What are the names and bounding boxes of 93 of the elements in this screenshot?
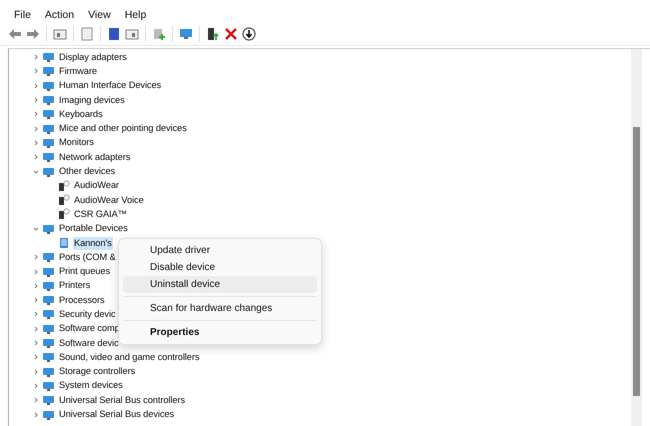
chevron-right-icon[interactable]	[33, 154, 39, 160]
tree-item[interactable]: Monitors	[58, 136, 95, 150]
device-icon	[58, 237, 70, 249]
device-icon	[42, 266, 55, 278]
tree-item[interactable]: Display adapters	[58, 50, 128, 64]
unknown-device-icon	[58, 194, 70, 206]
chevron-right-icon[interactable]	[33, 368, 39, 375]
device-icon	[42, 222, 55, 235]
menu-item[interactable]: Help	[118, 9, 152, 21]
chevron-right-icon[interactable]	[33, 68, 39, 74]
chevron-right-icon[interactable]	[33, 111, 39, 118]
device-icon	[42, 80, 55, 92]
device-icon	[42, 51, 55, 64]
scrollbar[interactable]	[631, 49, 642, 426]
tree-item[interactable]: Imaging devices	[58, 94, 126, 107]
chevron-right-icon[interactable]	[33, 311, 39, 318]
device-icon	[42, 136, 55, 149]
menu-item[interactable]: Uninstall device	[123, 276, 317, 293]
tree-item[interactable]: AudioWear	[73, 179, 120, 192]
back-arrow-icon[interactable]	[8, 27, 22, 41]
window-icon[interactable]	[125, 27, 139, 41]
device-icon	[42, 251, 55, 264]
tree-item[interactable]: CSR GAIA™	[73, 208, 128, 221]
chevron-right-icon[interactable]	[33, 282, 39, 289]
forward-arrow-icon[interactable]	[26, 27, 40, 41]
tree-item[interactable]: Keyboards	[58, 108, 104, 121]
close-icon[interactable]	[224, 27, 238, 41]
chevron-right-icon[interactable]	[33, 82, 39, 89]
chevron-down-icon[interactable]	[33, 226, 39, 232]
chevron-down-icon[interactable]	[33, 168, 39, 175]
menu-item[interactable]: Scan for hardware changes	[123, 300, 317, 317]
tree-item[interactable]: Universal Serial Bus devices	[58, 408, 176, 422]
device-icon	[42, 366, 55, 378]
tree-item[interactable]: Sound, video and game controllers	[58, 350, 200, 364]
tree-item[interactable]: Other devices	[58, 165, 116, 178]
tree-item[interactable]: Firmware	[58, 64, 98, 78]
device-icon	[42, 122, 55, 135]
monitor-icon[interactable]	[179, 27, 193, 41]
download-icon[interactable]	[242, 27, 256, 41]
chevron-right-icon[interactable]	[33, 126, 39, 132]
menu-item[interactable]: Properties	[123, 324, 317, 341]
device-icon	[42, 380, 55, 392]
tree-item[interactable]: Portable Devices	[58, 222, 129, 236]
tree-item[interactable]: Print queues	[58, 265, 111, 278]
device-icon	[42, 151, 55, 164]
tree-item[interactable]: Universal Serial Bus controllers	[58, 394, 186, 407]
chevron-right-icon[interactable]	[33, 397, 39, 404]
device-add-icon[interactable]	[152, 27, 166, 41]
chevron-right-icon[interactable]	[33, 254, 39, 260]
menu-item[interactable]: Action	[38, 9, 80, 21]
device-icon	[42, 337, 55, 350]
tree-item[interactable]: Human Interface Devices	[58, 79, 162, 92]
chevron-right-icon[interactable]	[33, 268, 39, 275]
tree-item[interactable]: Security devic	[58, 308, 116, 321]
menu-item[interactable]: View	[82, 9, 117, 21]
tree-item[interactable]: Kannon's	[73, 236, 113, 250]
chevron-right-icon[interactable]	[33, 326, 39, 332]
device-icon	[42, 351, 55, 364]
unknown-device-icon	[58, 208, 70, 220]
chevron-right-icon[interactable]	[33, 382, 39, 389]
chevron-right-icon[interactable]	[33, 354, 39, 360]
tree-item[interactable]: Processors	[58, 294, 106, 307]
menu-item[interactable]: Disable device	[123, 259, 317, 276]
unknown-device-icon	[58, 180, 70, 192]
device-icon	[42, 394, 55, 406]
chevron-right-icon[interactable]	[33, 97, 39, 104]
device-icon	[42, 280, 55, 292]
document-icon[interactable]	[80, 27, 94, 41]
tree-item[interactable]: Printers	[58, 279, 92, 292]
device-icon	[42, 65, 55, 78]
tree-item[interactable]: AudioWear Voice	[73, 194, 145, 207]
menu-item[interactable]: File	[8, 9, 37, 21]
device-icon	[42, 308, 55, 320]
chevron-right-icon[interactable]	[33, 54, 39, 60]
tree-item[interactable]: Mice and other pointing devices	[58, 122, 188, 136]
tree-item[interactable]: Network adapters	[58, 150, 132, 164]
tree-item[interactable]: System devices	[58, 379, 124, 392]
device-icon	[42, 166, 55, 178]
chevron-right-icon[interactable]	[33, 340, 39, 346]
menu-item[interactable]: Update driver	[123, 242, 317, 259]
device-icon	[42, 294, 55, 306]
chevron-right-icon[interactable]	[33, 297, 39, 304]
chevron-right-icon[interactable]	[33, 412, 39, 418]
device-icon	[42, 108, 55, 120]
tree-item[interactable]: Storage controllers	[58, 365, 136, 378]
device-icon	[42, 94, 55, 106]
device-update-icon[interactable]	[206, 27, 220, 41]
window-icon[interactable]	[53, 27, 67, 41]
device-icon	[42, 408, 55, 421]
chevron-right-icon[interactable]	[33, 140, 39, 146]
tree-item[interactable]: Ports (COM &	[58, 250, 117, 264]
tree-item[interactable]: Software devic	[58, 336, 120, 350]
device-icon	[42, 322, 55, 335]
